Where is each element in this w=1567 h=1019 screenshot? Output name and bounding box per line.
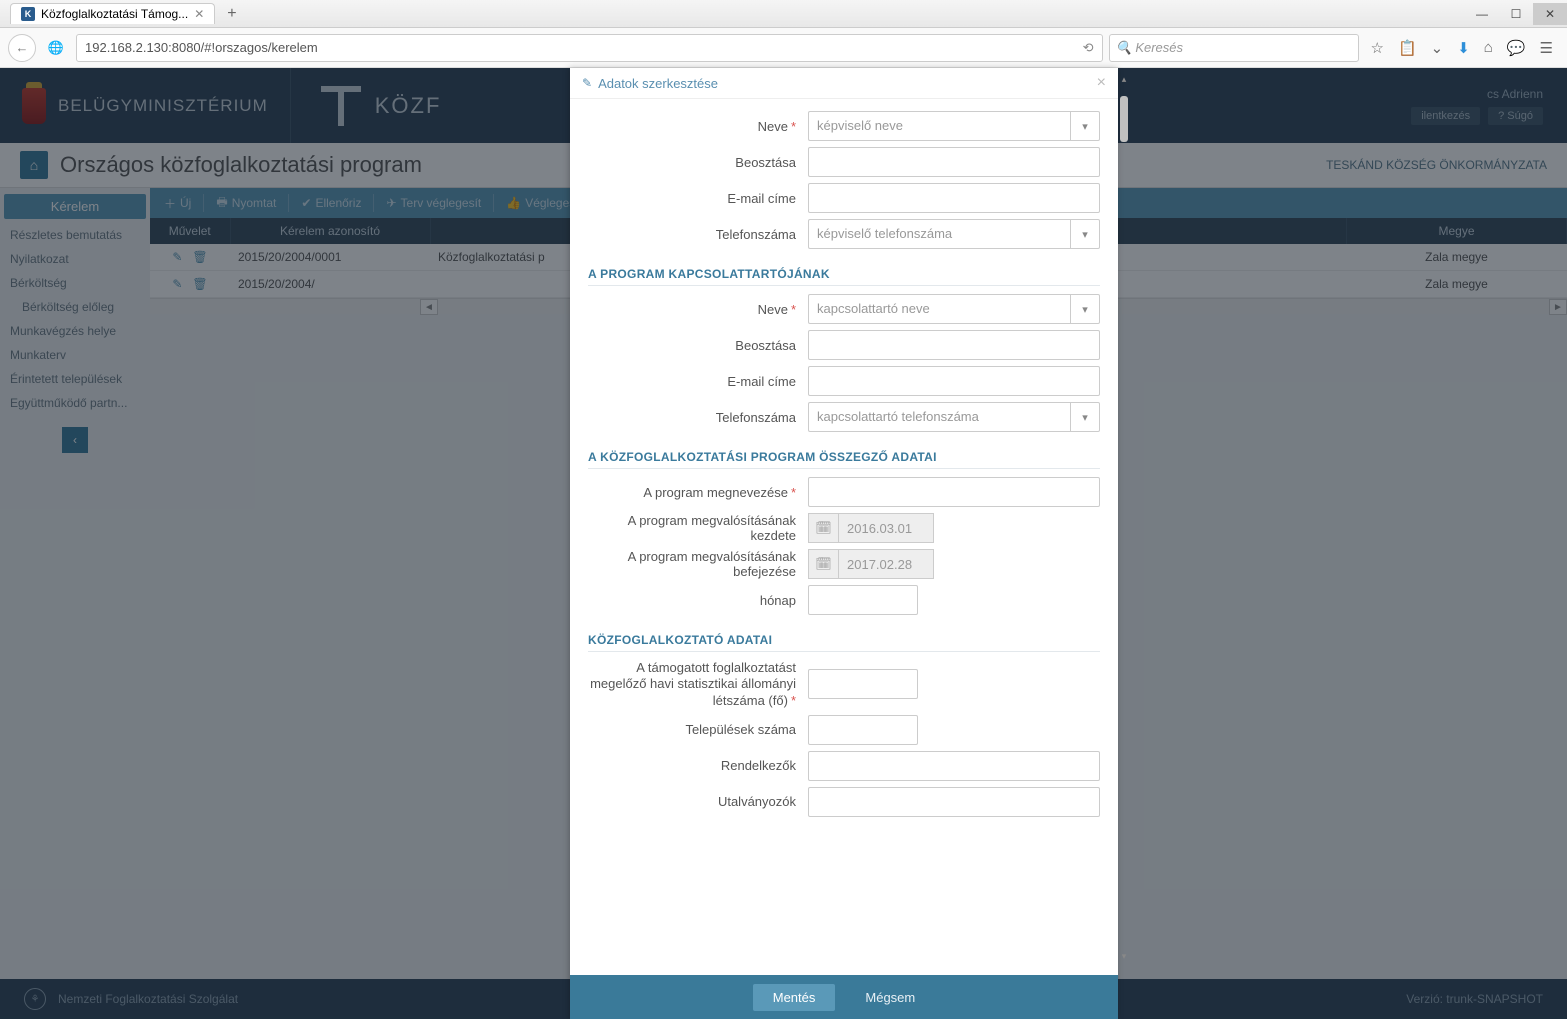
- pocket-icon[interactable]: ⌄: [1431, 39, 1444, 57]
- modal-scrollbar[interactable]: ▴ ▾: [1118, 68, 1130, 1019]
- chevron-down-icon[interactable]: ▾: [1070, 111, 1100, 141]
- window-close-button[interactable]: ✕: [1533, 3, 1567, 25]
- window-titlebar: K Közfoglalkoztatási Támog... ✕ + — ☐ ✕: [0, 0, 1567, 28]
- modal-close-icon[interactable]: ×: [1097, 74, 1106, 92]
- clipboard-icon[interactable]: 📋: [1398, 39, 1417, 57]
- month-input[interactable]: [808, 585, 918, 615]
- rep-email-input[interactable]: [808, 183, 1100, 213]
- home-icon[interactable]: ⌂: [1484, 39, 1493, 57]
- calendar-icon: 🗓: [808, 549, 838, 579]
- label-vouchers: Utalványozók: [588, 794, 808, 809]
- scroll-down-icon[interactable]: ▾: [1118, 951, 1130, 965]
- label-program-end: A program megvalósításának befejezése: [588, 549, 808, 579]
- label-contact-phone: Telefonszáma: [588, 410, 808, 425]
- rep-name-combo[interactable]: képviselő neve ▾: [808, 111, 1100, 141]
- label-contact-name: Neve*: [588, 302, 808, 317]
- program-start-value: [838, 513, 934, 543]
- new-tab-button[interactable]: +: [221, 5, 242, 23]
- section-summary: A KÖZFOGLALKOZTATÁSI PROGRAM ÖSSZEGZŐ AD…: [588, 450, 1100, 469]
- save-button[interactable]: Mentés: [753, 984, 836, 1011]
- chevron-down-icon[interactable]: ▾: [1070, 219, 1100, 249]
- label-settlements: Települések száma: [588, 722, 808, 737]
- minimize-button[interactable]: —: [1465, 3, 1499, 25]
- program-end-value: [838, 549, 934, 579]
- globe-icon: 🌐: [42, 34, 70, 62]
- section-employer: KÖZFOGLALKOZTATÓ ADATAI: [588, 633, 1100, 652]
- bookmark-icon[interactable]: ☆: [1371, 39, 1384, 57]
- label-rep-email: E-mail címe: [588, 191, 808, 206]
- label-disposers: Rendelkezők: [588, 758, 808, 773]
- rep-phone-value: képviselő telefonszáma: [808, 219, 1070, 249]
- chat-icon[interactable]: 💬: [1507, 39, 1526, 57]
- scroll-thumb[interactable]: [1120, 96, 1128, 142]
- label-headcount: A támogatott foglalkoztatást megelőző ha…: [588, 660, 808, 709]
- label-rep-position: Beosztása: [588, 155, 808, 170]
- program-name-input[interactable]: [808, 477, 1100, 507]
- contact-name-value: kapcsolattartó neve: [808, 294, 1070, 324]
- rep-phone-combo[interactable]: képviselő telefonszáma ▾: [808, 219, 1100, 249]
- contact-phone-value: kapcsolattartó telefonszáma: [808, 402, 1070, 432]
- reload-icon[interactable]: ⟲: [1083, 40, 1094, 56]
- section-contact: A PROGRAM KAPCSOLATTARTÓJÁNAK: [588, 267, 1100, 286]
- url-text: 192.168.2.130:8080/#!orszagos/kerelem: [85, 40, 318, 55]
- tab-close-icon[interactable]: ✕: [194, 7, 204, 21]
- label-program-name: A program megnevezése*: [588, 485, 808, 500]
- contact-position-input[interactable]: [808, 330, 1100, 360]
- label-rep-name: Neve*: [588, 119, 808, 134]
- vouchers-input[interactable]: [808, 787, 1100, 817]
- rep-name-value: képviselő neve: [808, 111, 1070, 141]
- contact-phone-combo[interactable]: kapcsolattartó telefonszáma ▾: [808, 402, 1100, 432]
- modal-footer: Mentés Mégsem: [570, 975, 1118, 1019]
- browser-tab[interactable]: K Közfoglalkoztatási Támog... ✕: [10, 3, 215, 24]
- program-end-date[interactable]: 🗓: [808, 549, 1100, 579]
- browser-navbar: ← 🌐 192.168.2.130:8080/#!orszagos/kerele…: [0, 28, 1567, 68]
- label-month: hónap: [588, 593, 808, 608]
- label-rep-phone: Telefonszáma: [588, 227, 808, 242]
- label-program-start: A program megvalósításának kezdete: [588, 513, 808, 543]
- chevron-down-icon[interactable]: ▾: [1070, 294, 1100, 324]
- rep-position-input[interactable]: [808, 147, 1100, 177]
- headcount-input[interactable]: [808, 669, 918, 699]
- back-button[interactable]: ←: [8, 34, 36, 62]
- chevron-down-icon[interactable]: ▾: [1070, 402, 1100, 432]
- contact-name-combo[interactable]: kapcsolattartó neve ▾: [808, 294, 1100, 324]
- settlements-input[interactable]: [808, 715, 918, 745]
- label-contact-position: Beosztása: [588, 338, 808, 353]
- menu-icon[interactable]: ☰: [1540, 39, 1553, 57]
- label-contact-email: E-mail címe: [588, 374, 808, 389]
- tab-title: Közfoglalkoztatási Támog...: [41, 7, 188, 21]
- program-start-date[interactable]: 🗓: [808, 513, 1100, 543]
- calendar-icon: 🗓: [808, 513, 838, 543]
- modal-body: Neve* képviselő neve ▾ Beosztása E-mail …: [570, 99, 1118, 975]
- url-bar[interactable]: 192.168.2.130:8080/#!orszagos/kerelem ⟲: [76, 34, 1103, 62]
- search-icon: 🔍: [1116, 40, 1132, 56]
- cancel-button[interactable]: Mégsem: [845, 984, 935, 1011]
- maximize-button[interactable]: ☐: [1499, 3, 1533, 25]
- browser-search[interactable]: 🔍 Keresés: [1109, 34, 1359, 62]
- contact-email-input[interactable]: [808, 366, 1100, 396]
- disposers-input[interactable]: [808, 751, 1100, 781]
- download-icon[interactable]: ⬇: [1457, 39, 1470, 57]
- scroll-up-icon[interactable]: ▴: [1118, 74, 1130, 88]
- edit-modal: ✎ Adatok szerkesztése × Neve* képviselő …: [570, 68, 1118, 1019]
- browser-toolbar-icons: ☆ 📋 ⌄ ⬇ ⌂ 💬 ☰: [1365, 39, 1560, 57]
- search-placeholder: Keresés: [1135, 40, 1183, 55]
- modal-title: Adatok szerkesztése: [598, 76, 718, 91]
- edit-icon: ✎: [582, 76, 592, 90]
- modal-header: ✎ Adatok szerkesztése ×: [570, 68, 1118, 99]
- favicon-icon: K: [21, 7, 35, 21]
- window-controls: — ☐ ✕: [1465, 3, 1567, 25]
